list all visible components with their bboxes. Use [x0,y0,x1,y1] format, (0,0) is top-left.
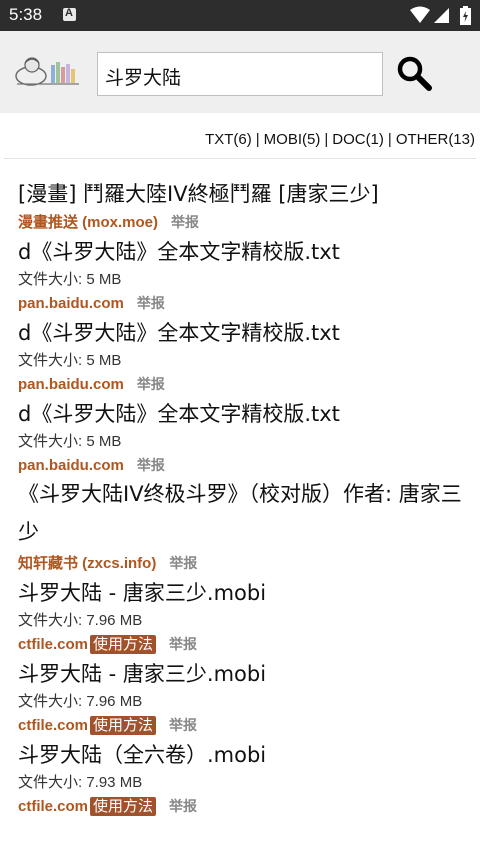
report-link[interactable]: 举报 [137,377,165,393]
source-row: 知轩藏书 (zxcs.info) 举报 [18,551,468,577]
report-link[interactable]: 举报 [169,637,197,653]
file-size: 文件大小: 7.96 MB [18,612,143,629]
signal-icon [434,8,449,23]
source-link[interactable]: pan.baidu.com [18,376,124,393]
source-row: pan.baidu.com 举报 [18,291,468,317]
result-title[interactable]: d《斗罗大陆》全本文字精校版.txt [18,398,468,430]
search-input[interactable]: 斗罗大陆 [97,52,383,96]
source-row: 漫畫推送 (mox.moe) 举报 [18,210,468,236]
file-size: 文件大小: 5 MB [18,352,122,369]
report-link[interactable]: 举报 [171,215,199,231]
report-link[interactable]: 举报 [169,799,197,815]
howto-badge[interactable]: 使用方法 [90,797,157,816]
source-link[interactable]: ctfile.com [18,717,88,734]
file-size: 文件大小: 7.93 MB [18,774,143,791]
result-title[interactable]: 斗罗大陆（全六卷）.mobi [18,739,468,771]
source-link[interactable]: 漫畫推送 (mox.moe) [18,214,158,231]
result-title[interactable]: d《斗罗大陆》全本文字精校版.txt [18,236,468,268]
filter-doc[interactable]: DOC(1) [332,131,384,148]
source-link[interactable]: pan.baidu.com [18,457,124,474]
battery-icon [460,6,471,25]
howto-badge[interactable]: 使用方法 [90,635,157,654]
list-item: 斗罗大陆 - 唐家三少.mobi 文件大小: 7.96 MB ctfile.co… [18,577,468,658]
source-link[interactable]: 知轩藏书 (zxcs.info) [18,555,156,572]
notification-icon [63,7,76,21]
source-row: ctfile.com 使用方法 举报 [18,713,468,739]
source-row: pan.baidu.com 举报 [18,372,468,398]
filter-mobi[interactable]: MOBI(5) [264,131,321,148]
result-title[interactable]: 《斗罗大陆IV终极斗罗》（校对版）作者: 唐家三少 [18,475,468,551]
report-link[interactable]: 举报 [169,556,197,572]
status-bar: 5:38 [0,0,480,31]
format-filters: TXT(6) | MOBI(5) | DOC(1) | OTHER(13) [205,131,475,148]
source-row: ctfile.com 使用方法 举报 [18,632,468,658]
list-item: d《斗罗大陆》全本文字精校版.txt 文件大小: 5 MB pan.baidu.… [18,317,468,398]
file-size: 文件大小: 5 MB [18,271,122,288]
results-list: [漫畫] 鬥羅大陸IV終極鬥羅 [唐家三少] 漫畫推送 (mox.moe) 举报 … [18,178,468,820]
result-title[interactable]: 斗罗大陆 - 唐家三少.mobi [18,658,468,690]
howto-badge[interactable]: 使用方法 [90,716,157,735]
result-title[interactable]: [漫畫] 鬥羅大陸IV終極鬥羅 [唐家三少] [18,178,468,210]
filter-txt[interactable]: TXT(6) [205,131,252,148]
file-size: 文件大小: 5 MB [18,433,122,450]
list-item: 《斗罗大陆IV终极斗罗》（校对版）作者: 唐家三少 知轩藏书 (zxcs.inf… [18,475,468,577]
result-title[interactable]: d《斗罗大陆》全本文字精校版.txt [18,317,468,349]
report-link[interactable]: 举报 [169,718,197,734]
list-item: d《斗罗大陆》全本文字精校版.txt 文件大小: 5 MB pan.baidu.… [18,236,468,317]
search-header: 斗罗大陆 [0,31,480,113]
report-link[interactable]: 举报 [137,458,165,474]
file-size: 文件大小: 7.96 MB [18,693,143,710]
search-icon[interactable] [394,53,434,93]
source-link[interactable]: ctfile.com [18,798,88,815]
result-title[interactable]: 斗罗大陆 - 唐家三少.mobi [18,577,468,609]
divider [4,158,476,159]
list-item: 斗罗大陆（全六卷）.mobi 文件大小: 7.93 MB ctfile.com 使… [18,739,468,820]
list-item: [漫畫] 鬥羅大陸IV終極鬥羅 [唐家三少] 漫畫推送 (mox.moe) 举报 [18,178,468,236]
wifi-icon [410,6,430,23]
report-link[interactable]: 举报 [137,296,165,312]
status-time: 5:38 [9,5,43,24]
source-link[interactable]: ctfile.com [18,636,88,653]
filter-other[interactable]: OTHER(13) [396,131,475,148]
source-link[interactable]: pan.baidu.com [18,295,124,312]
list-item: d《斗罗大陆》全本文字精校版.txt 文件大小: 5 MB pan.baidu.… [18,398,468,479]
app-logo-icon[interactable] [11,51,83,91]
list-item: 斗罗大陆 - 唐家三少.mobi 文件大小: 7.96 MB ctfile.co… [18,658,468,739]
source-row: ctfile.com 使用方法 举报 [18,794,468,820]
